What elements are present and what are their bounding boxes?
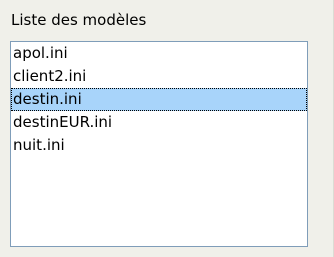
- list-item[interactable]: client2.ini: [11, 65, 307, 88]
- list-item[interactable]: apol.ini: [11, 42, 307, 65]
- models-list-label: Liste des modèles: [11, 11, 147, 29]
- models-listbox[interactable]: apol.ini client2.ini destin.ini destinEU…: [10, 41, 308, 247]
- list-item-selected[interactable]: destin.ini: [11, 88, 307, 111]
- list-item[interactable]: nuit.ini: [11, 134, 307, 157]
- list-item[interactable]: destinEUR.ini: [11, 111, 307, 134]
- models-panel: Liste des modèles apol.ini client2.ini d…: [0, 0, 334, 257]
